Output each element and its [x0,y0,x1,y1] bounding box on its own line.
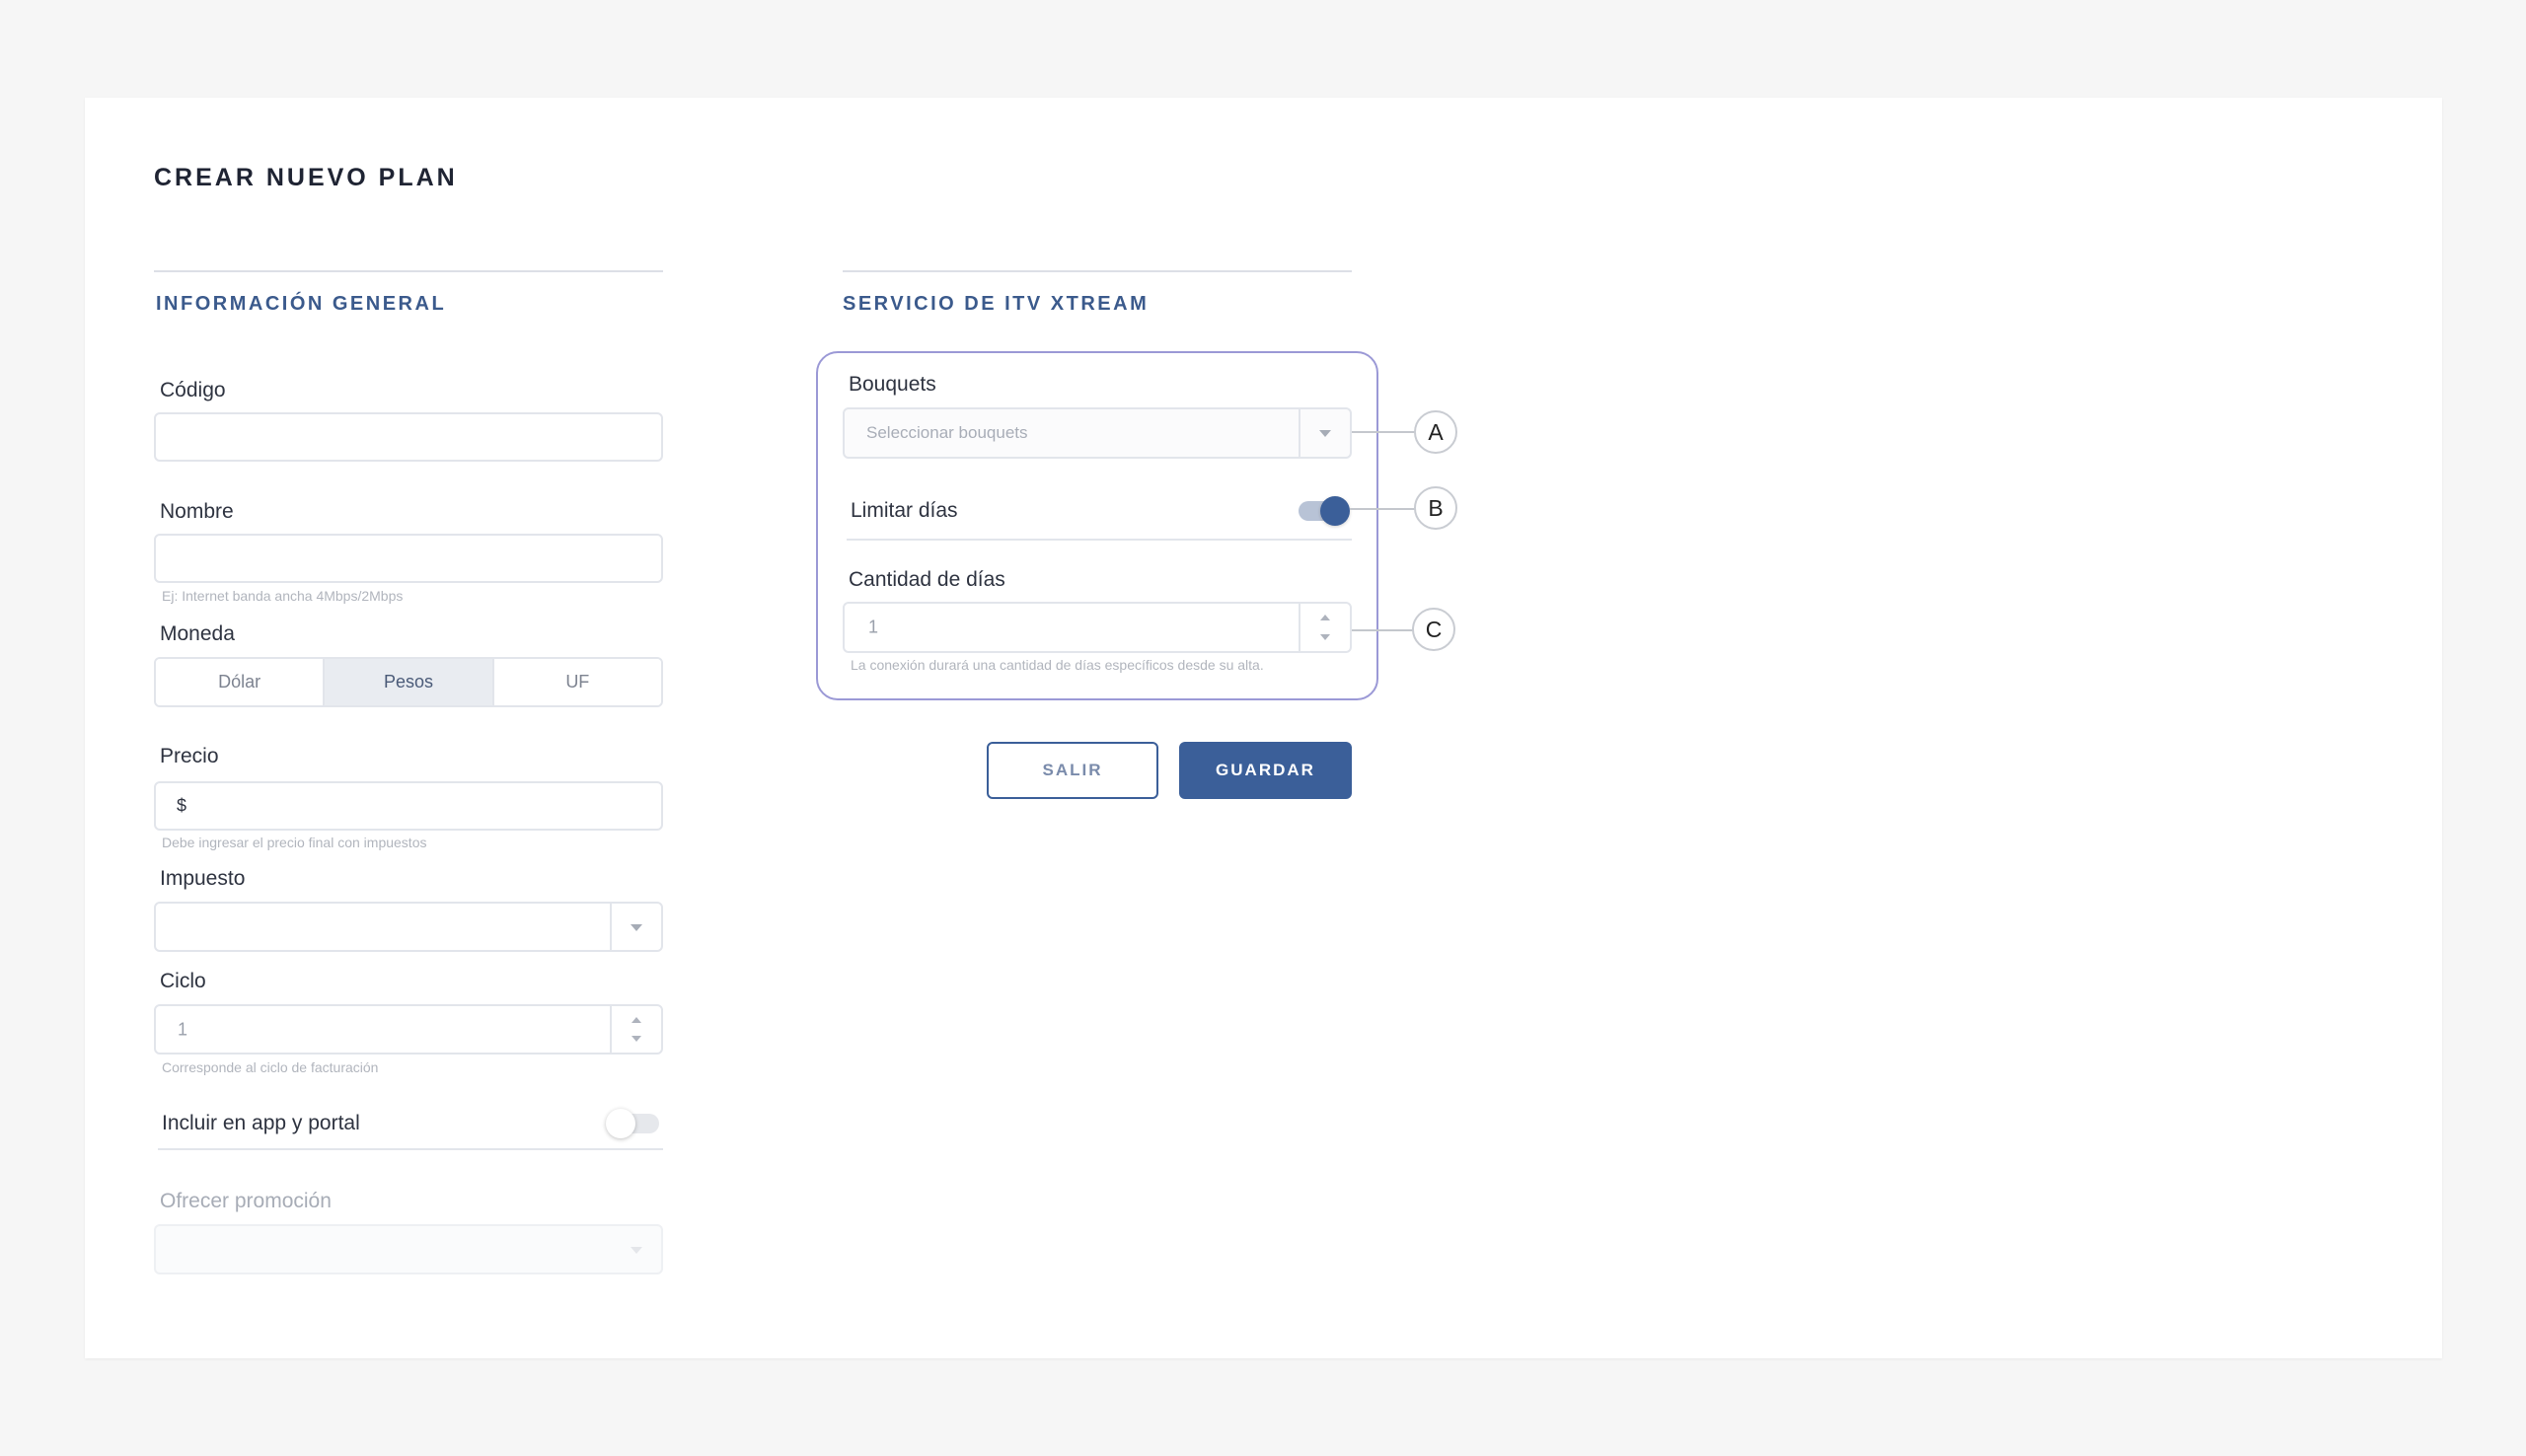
impuesto-select[interactable] [154,902,663,952]
promocion-select[interactable] [154,1224,663,1274]
page-title: CREAR NUEVO PLAN [154,164,458,191]
limitar-dias-label: Limitar días [851,499,958,522]
nombre-label: Nombre [160,500,234,523]
bouquets-dropdown-toggle[interactable] [1299,409,1350,457]
cantidad-dias-stepper [1299,604,1350,651]
callout-b-marker: B [1414,486,1457,530]
moneda-label: Moneda [160,622,235,645]
general-section-title: INFORMACIÓN GENERAL [156,293,447,315]
callout-c-marker: C [1412,608,1455,651]
chevron-down-icon [631,923,642,931]
bouquets-label: Bouquets [849,373,936,396]
impuesto-dropdown-toggle[interactable] [610,904,661,950]
callout-c-connector [1352,629,1413,631]
codigo-label: Código [160,379,226,401]
itv-section-divider [843,270,1352,272]
promocion-label: Ofrecer promoción [160,1190,332,1212]
precio-helper: Debe ingresar el precio final con impues… [162,835,427,850]
moneda-option-uf[interactable]: UF [491,659,661,705]
nombre-helper: Ej: Internet banda ancha 4Mbps/2Mbps [162,588,404,604]
incluir-app-label: Incluir en app y portal [162,1112,360,1134]
increment-arrow-icon[interactable] [632,1017,641,1023]
cantidad-dias-value: 1 [868,617,879,637]
chevron-down-icon [1319,430,1331,437]
itv-section-title: SERVICIO DE ITV XTREAM [843,293,1150,315]
ciclo-number-input[interactable]: 1 [154,1004,663,1055]
incluir-app-row: Incluir en app y portal [158,1099,663,1150]
callout-b-connector [1350,508,1415,510]
ciclo-stepper [610,1006,661,1053]
bouquets-placeholder: Seleccionar bouquets [866,423,1028,442]
ciclo-value: 1 [178,1019,188,1039]
precio-input[interactable]: $ [154,781,663,831]
cantidad-dias-helper: La conexión durará una cantidad de días … [851,657,1264,673]
exit-button[interactable]: SALIR [987,742,1158,799]
save-button[interactable]: GUARDAR [1179,742,1352,799]
codigo-input[interactable] [154,412,663,462]
precio-label: Precio [160,745,219,767]
decrement-arrow-icon[interactable] [1320,634,1330,640]
moneda-option-pesos[interactable]: Pesos [323,659,492,705]
ciclo-helper: Corresponde al ciclo de facturación [162,1059,379,1075]
incluir-app-toggle[interactable] [606,1109,659,1138]
general-section-divider [154,270,663,272]
promocion-dropdown-toggle[interactable] [612,1226,661,1273]
callout-a-marker: A [1414,410,1457,454]
precio-currency-prefix: $ [177,795,187,816]
toggle-knob [606,1109,635,1138]
bouquets-select[interactable]: Seleccionar bouquets [843,407,1352,459]
limitar-dias-toggle[interactable] [1299,496,1350,526]
toggle-knob [1320,496,1350,526]
ciclo-label: Ciclo [160,970,206,992]
limitar-dias-row: Limitar días [847,483,1352,541]
decrement-arrow-icon[interactable] [632,1036,641,1042]
increment-arrow-icon[interactable] [1320,615,1330,620]
moneda-option-dolar[interactable]: Dólar [156,659,324,705]
cantidad-dias-label: Cantidad de días [849,568,1005,591]
callout-a-connector [1352,431,1415,433]
nombre-input[interactable] [154,534,663,583]
chevron-down-icon [631,1246,642,1254]
moneda-segmented-control: Dólar Pesos UF [154,657,663,707]
cantidad-dias-number-input[interactable]: 1 [843,602,1352,653]
impuesto-label: Impuesto [160,867,246,890]
form-card [85,98,2442,1358]
